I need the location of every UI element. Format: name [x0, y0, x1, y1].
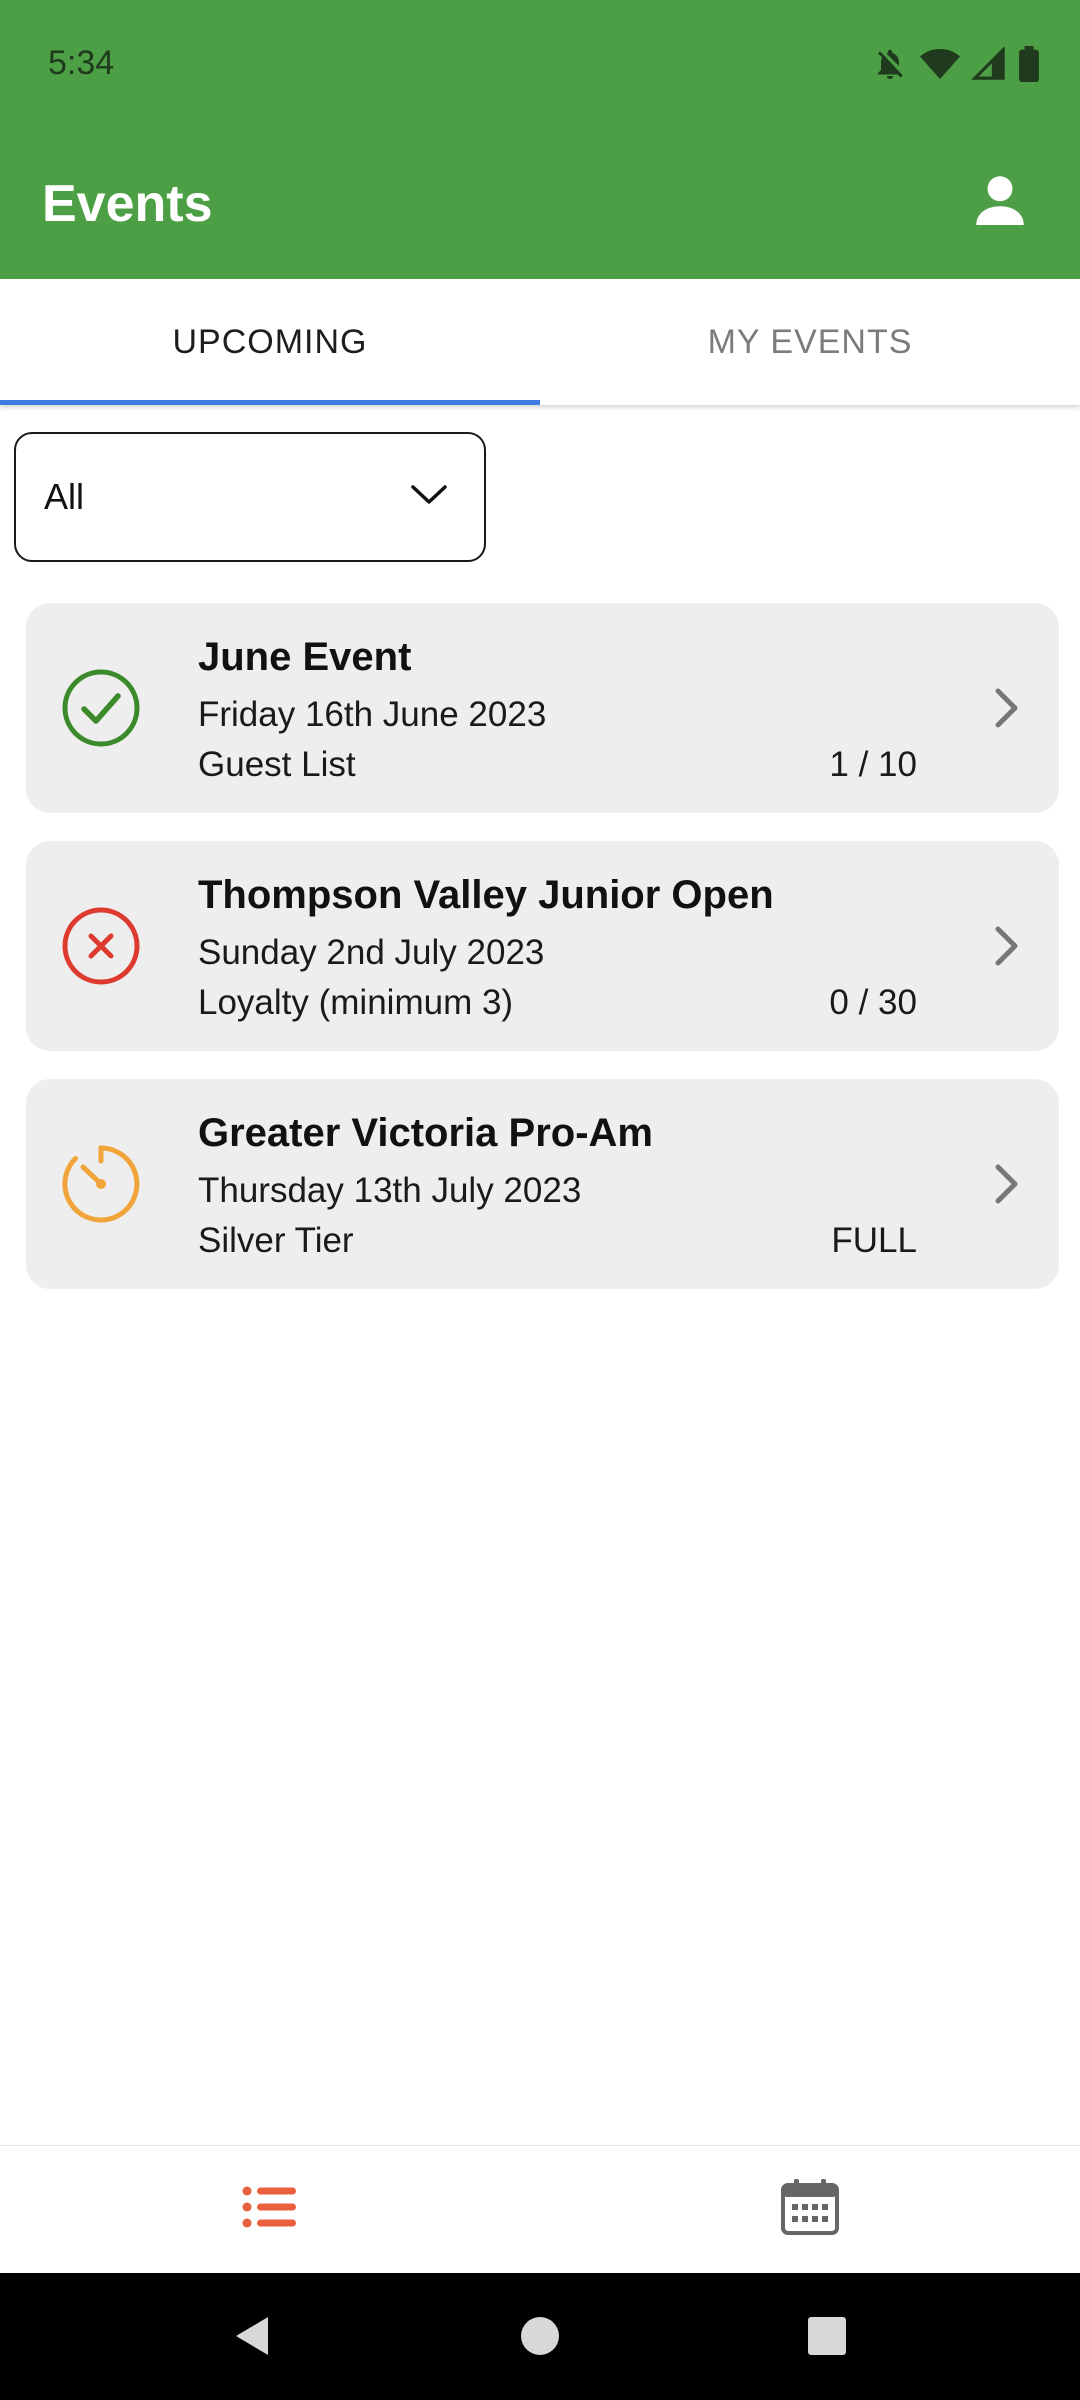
event-capacity: 1 / 10: [829, 745, 917, 784]
back-icon[interactable]: [228, 2311, 278, 2361]
tab-bar: UPCOMING MY EVENTS: [0, 279, 1080, 405]
chevron-down-icon: [410, 483, 448, 512]
event-tier: Silver Tier: [198, 1221, 354, 1260]
event-title: June Event: [198, 635, 412, 679]
event-title: Thompson Valley Junior Open: [198, 873, 774, 917]
check-circle-icon: [56, 663, 146, 753]
event-title: Greater Victoria Pro-Am: [198, 1111, 653, 1155]
calendar-icon: [780, 2177, 840, 2242]
app-bar: 5:34 Events: [0, 0, 1080, 279]
tab-my-events[interactable]: MY EVENTS: [540, 279, 1080, 405]
nav-list-button[interactable]: [0, 2146, 540, 2273]
status-time: 5:34: [48, 44, 115, 82]
signal-icon: [972, 47, 1006, 81]
event-card-june-event[interactable]: June Event Friday 16th June 2023 Guest L…: [26, 603, 1059, 813]
event-capacity: 0 / 30: [829, 983, 917, 1022]
status-icons: [872, 44, 1040, 84]
battery-icon: [1018, 46, 1040, 82]
chevron-right-icon: [981, 1159, 1031, 1209]
timer-icon: [56, 1139, 146, 1229]
bottom-nav: [0, 2145, 1080, 2273]
list-icon: [242, 2185, 298, 2234]
bell-off-icon: [872, 46, 908, 82]
event-tier: Guest List: [198, 745, 356, 784]
wifi-icon: [920, 46, 960, 82]
tab-upcoming[interactable]: UPCOMING: [0, 279, 540, 405]
event-date: Friday 16th June 2023: [198, 695, 547, 734]
page-title: Events: [42, 175, 213, 233]
event-date: Sunday 2nd July 2023: [198, 933, 545, 972]
event-card-greater-victoria[interactable]: Greater Victoria Pro-Am Thursday 13th Ju…: [26, 1079, 1059, 1289]
filter-dropdown[interactable]: All: [14, 432, 486, 562]
system-nav-bar: [0, 2273, 1080, 2400]
recents-icon[interactable]: [802, 2311, 852, 2361]
x-circle-icon: [56, 901, 146, 991]
event-tier: Loyalty (minimum 3): [198, 983, 514, 1022]
nav-calendar-button[interactable]: [540, 2146, 1080, 2273]
event-date: Thursday 13th July 2023: [198, 1171, 582, 1210]
chevron-right-icon: [981, 683, 1031, 733]
filter-selected-value: All: [44, 476, 85, 517]
chevron-right-icon: [981, 921, 1031, 971]
profile-button[interactable]: [964, 166, 1036, 238]
person-icon: [970, 170, 1030, 235]
event-capacity: FULL: [831, 1221, 917, 1260]
event-card-thompson-valley[interactable]: Thompson Valley Junior Open Sunday 2nd J…: [26, 841, 1059, 1051]
home-icon[interactable]: [515, 2311, 565, 2361]
